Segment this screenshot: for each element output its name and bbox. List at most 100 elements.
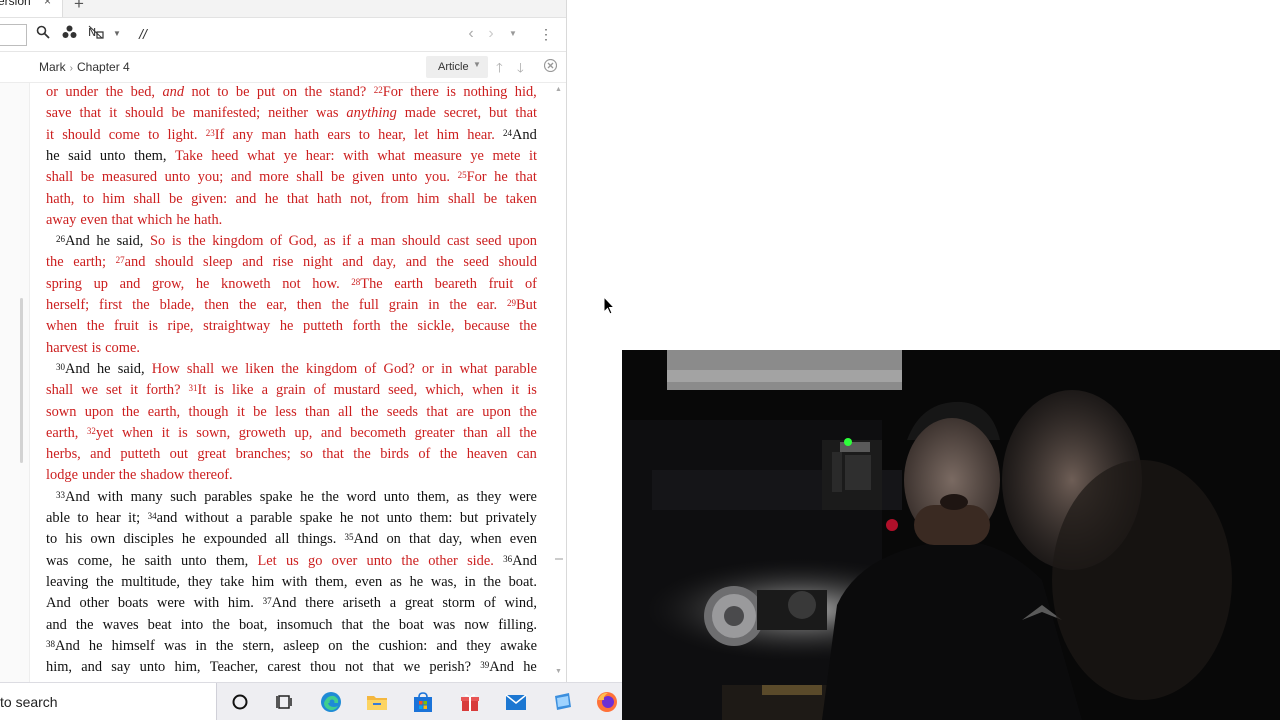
mail-icon[interactable] <box>504 690 528 714</box>
tab-close-icon[interactable]: × <box>44 0 51 7</box>
red-letter-word: heed <box>211 147 239 164</box>
verse-number[interactable]: 24 <box>503 128 512 138</box>
visual-filter-dropdown-icon[interactable]: ▼ <box>108 25 126 43</box>
red-letter-word: you. <box>424 169 451 186</box>
verse-number[interactable]: 28 <box>351 277 360 287</box>
tab-title: ersion <box>0 0 31 8</box>
red-letter-word: shall <box>133 190 161 207</box>
back-icon[interactable]: ‹ <box>462 25 480 43</box>
taskbar-search-text: to search <box>0 694 58 710</box>
red-letter-word: are <box>456 403 474 420</box>
red-letter-word: shall <box>447 190 476 207</box>
reference-input[interactable] <box>0 24 27 46</box>
left-scrollbar-thumb[interactable] <box>20 298 23 463</box>
narrative-word: he <box>409 573 424 590</box>
red-letter-word: the <box>439 446 458 463</box>
verse-number[interactable]: 38 <box>46 639 55 649</box>
more-menu-icon[interactable]: ⋮ <box>537 25 555 43</box>
red-letter-word: hid, <box>514 84 537 100</box>
red-letter-word: grain <box>276 382 306 399</box>
taskbar-search-box[interactable]: to search <box>0 683 217 720</box>
verse-number[interactable]: 23 <box>206 128 215 138</box>
visual-filter-icon[interactable]: N <box>87 25 105 43</box>
text-line: when the fruit is ripe, straightway he putteth f… <box>46 317 537 338</box>
narrative-word: great <box>404 595 434 612</box>
red-letter-word: that <box>515 105 537 122</box>
verse-number[interactable]: 25 <box>458 170 467 180</box>
task-view-icon[interactable] <box>273 690 297 714</box>
narrative-word: And <box>353 531 379 548</box>
article-view-label: Article <box>438 61 469 73</box>
text-line: save that it should be manifested; neither was a… <box>46 104 537 125</box>
gift-icon[interactable] <box>458 690 482 714</box>
verse-number[interactable]: 26 <box>56 234 65 244</box>
verse-start: 24And <box>503 126 537 147</box>
verse-number[interactable]: 27 <box>116 255 125 265</box>
microsoft-store-icon[interactable] <box>411 690 435 714</box>
app-shortcut-icon[interactable] <box>551 690 575 714</box>
narrative-word: things. <box>297 531 337 548</box>
narrative-word: awake <box>500 637 537 654</box>
narrative-word: they <box>187 573 213 590</box>
new-tab-icon[interactable]: + <box>74 0 84 14</box>
close-panel-icon[interactable] <box>543 58 558 75</box>
tab-version[interactable]: ersion × <box>0 0 63 17</box>
article-view-button[interactable]: Article ▼ <box>426 56 488 78</box>
narrative-word: said, <box>117 360 145 377</box>
verse-number[interactable]: 36 <box>503 554 512 564</box>
scrollbar[interactable]: ▲ ▼ <box>553 83 565 682</box>
verse-number[interactable]: 33 <box>56 490 65 500</box>
breadcrumb-book[interactable]: Mark <box>39 60 66 74</box>
cortana-icon[interactable] <box>228 690 252 714</box>
arrow-down-icon[interactable]: 🡓 <box>517 59 524 81</box>
scroll-down-icon[interactable]: ▼ <box>555 668 562 675</box>
red-letter-word: manifested; <box>193 105 261 122</box>
narrative-word: ariseth <box>342 595 381 612</box>
red-letter-word: parable <box>494 360 537 377</box>
narrative-word: he <box>46 147 60 164</box>
verse-number[interactable]: 31 <box>189 383 198 393</box>
verse-number[interactable]: 35 <box>344 532 353 542</box>
arrow-up-icon[interactable]: 🡑 <box>496 59 503 81</box>
verse-number[interactable]: 37 <box>263 596 272 606</box>
verse-number[interactable]: 30 <box>56 362 65 372</box>
search-icon[interactable] <box>34 25 52 43</box>
text-line: he said unto them, Take heed what ye hear: with wh… <box>46 147 537 168</box>
scroll-position-marker <box>555 548 563 560</box>
parallel-resources-icon[interactable] <box>60 25 78 43</box>
red-letter-word: is <box>148 318 158 335</box>
red-letter-word: shall <box>46 382 74 399</box>
red-letter-word: than <box>305 403 330 420</box>
forward-icon[interactable]: › <box>482 25 500 43</box>
red-letter-word: and <box>124 254 146 271</box>
red-letter-word: it <box>511 382 520 399</box>
text-line: to his own disciples he expounded all things. 35… <box>46 530 537 551</box>
firefox-icon[interactable] <box>595 690 619 714</box>
narrative-word: many <box>130 488 163 505</box>
verse-number[interactable]: 39 <box>480 660 489 670</box>
narrative-word: he <box>88 637 103 654</box>
verse-number[interactable]: 22 <box>374 85 383 95</box>
red-letter-word: a <box>357 233 365 250</box>
text-comparison-icon[interactable]: // <box>134 25 152 43</box>
red-letter-word: to <box>358 126 370 143</box>
verse-number[interactable]: 32 <box>87 426 96 436</box>
narrative-word: of <box>483 595 496 612</box>
narrative-word: filling. <box>498 616 537 633</box>
red-letter-word: to <box>82 190 95 207</box>
breadcrumb-chapter[interactable]: Chapter 4 <box>77 60 130 74</box>
red-letter-word: bed, <box>130 84 156 100</box>
bible-text: or under the bed, and not to be put on the stand? 22… <box>46 83 537 682</box>
file-explorer-icon[interactable] <box>365 690 389 714</box>
verse-start: 25For <box>458 168 487 189</box>
red-letter-word: if <box>342 233 352 250</box>
narrative-word: the <box>212 616 230 633</box>
narrative-word: thou <box>310 659 336 676</box>
history-dropdown-icon[interactable]: ▼ <box>504 25 522 43</box>
scroll-up-icon[interactable]: ▲ <box>555 86 562 93</box>
verse-number[interactable]: 29 <box>507 298 516 308</box>
verse-number[interactable]: 34 <box>148 511 157 521</box>
red-letter-word: and <box>342 254 364 271</box>
edge-browser-icon[interactable] <box>319 690 343 714</box>
red-letter-word: heaven <box>466 446 508 463</box>
